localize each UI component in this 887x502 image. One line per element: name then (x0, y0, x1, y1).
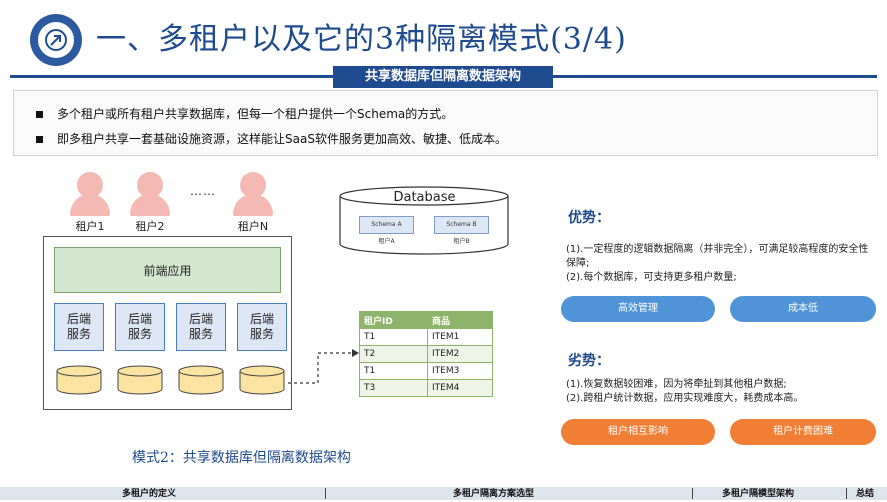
advantages-title: 优势： (568, 210, 610, 226)
database-icon (178, 365, 224, 395)
shared-database: Database Schema A 租户A Schema B 租户B (337, 186, 512, 256)
tenant-ellipsis: …… (190, 184, 216, 198)
pill-efficient-management[interactable]: 高效管理 (561, 296, 715, 322)
table-row: T1 ITEM1 (359, 328, 494, 346)
logo-icon (30, 14, 82, 66)
database-title: Database (393, 190, 456, 205)
disadvantages-text: (1).恢复数据较困难，因为将牵扯到其他租户数据; (2).跨租户统计数据，应用… (566, 379, 804, 404)
database-icon (239, 365, 285, 395)
nav-separator (692, 488, 693, 499)
bullet-item: 即多租户共享一套基础设施资源，这样能让SaaS软件服务更加高效、敏捷、低成本。 (36, 130, 507, 147)
nav-item-selection[interactable]: 多租户隔离方案选型 (453, 487, 534, 500)
backend-service: 后端 服务 (237, 303, 287, 351)
pill-low-cost[interactable]: 成本低 (730, 296, 876, 322)
section-banner: 共享数据库但隔离数据架构 (333, 66, 553, 88)
schema-b-owner: 租户B (453, 238, 470, 245)
table-row: T3 ITEM4 (359, 379, 494, 397)
schema-b: Schema B (434, 216, 489, 234)
table-row: T2 ITEM2 (359, 345, 494, 363)
database-icon (117, 365, 163, 395)
bullet-box: 多个租户或所有租户共享数据库，但每一个租户提供一个Schema的方式。 即多租户… (13, 90, 878, 156)
table-row: T1 ITEM3 (359, 362, 494, 380)
database-icon (56, 365, 102, 395)
advantages-text: (1).一定程度的逻辑数据隔离（并非完全），可满足较高程度的安全性保障; (2)… (566, 244, 869, 283)
backend-service: 后端 服务 (115, 303, 165, 351)
bullet-item: 多个租户或所有租户共享数据库，但每一个租户提供一个Schema的方式。 (36, 105, 453, 122)
page-title: 一、多租户以及它的3种隔离模式(3/4) (96, 22, 627, 57)
disadvantages-title: 劣势： (568, 353, 610, 369)
pill-tenant-interference[interactable]: 租户相互影响 (561, 419, 715, 445)
nav-separator (325, 488, 326, 499)
nav-item-definition[interactable]: 多租户的定义 (122, 487, 176, 500)
pill-billing-difficulty[interactable]: 租户计费困难 (730, 419, 876, 445)
dotted-arrow (288, 349, 359, 384)
backend-service: 后端 服务 (54, 303, 104, 351)
diagram-caption: 模式2：共享数据库但隔离数据架构 (132, 450, 351, 466)
backend-service: 后端 服务 (176, 303, 226, 351)
table-header: 租户ID (359, 311, 428, 329)
schema-a: Schema A (359, 216, 414, 234)
tenant-table: 租户ID 商品 T1 ITEM1 T2 ITEM2 T1 ITEM3 T3 ITEM4 (359, 311, 494, 397)
table-header: 商品 (426, 311, 494, 329)
architecture-box: 前端应用 后端 服务 后端 服务 后端 服务 后端 服务 (43, 236, 292, 410)
nav-item-architecture[interactable]: 多租户隔模型架构 (722, 487, 794, 500)
nav-separator (846, 488, 847, 499)
nav-item-summary[interactable]: 总结 (856, 487, 874, 500)
bottom-nav: 多租户的定义 多租户隔离方案选型 多租户隔模型架构 总结 (0, 487, 887, 500)
schema-a-owner: 租户A (378, 238, 395, 245)
frontend-app: 前端应用 (54, 247, 281, 293)
